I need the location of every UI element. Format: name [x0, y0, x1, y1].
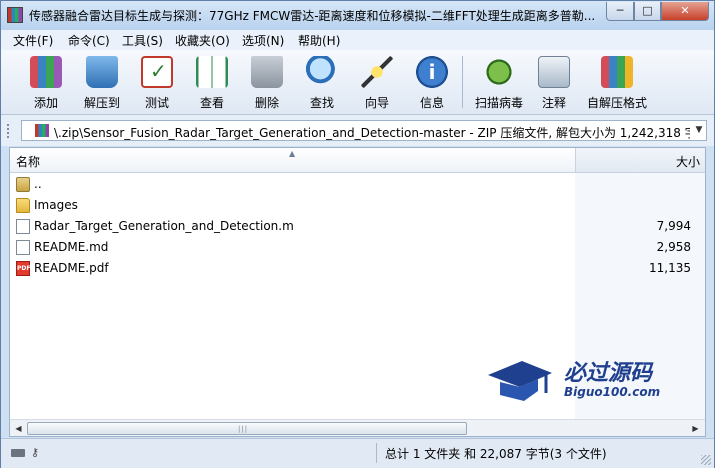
scrollbar-grip-icon: |||: [238, 425, 249, 433]
key-icon[interactable]: ⚷: [31, 447, 47, 459]
watermark-title: 必过源码: [564, 361, 653, 386]
sfx-label: 自解压格式: [586, 96, 647, 110]
minimize-button[interactable]: ─: [606, 2, 634, 21]
comment-label: 注释: [541, 96, 566, 110]
virus-scan-button[interactable]: 扫描病毒: [470, 52, 528, 112]
virus-scan-label: 扫描病毒: [474, 96, 523, 110]
file-name: ..: [34, 177, 42, 191]
file-size: 2,958: [656, 240, 691, 254]
column-header-size: 大小: [675, 155, 700, 169]
address-bar: \.zip\Sensor_Fusion_Radar_Target_Generat…: [1, 115, 714, 146]
winrar-app-icon[interactable]: [7, 7, 23, 23]
title-bar: 传感器融合雷达目标生成与探测：77GHz FMCW雷达-距离速度和位移模拟-二维…: [1, 1, 714, 30]
address-bar-grip: [7, 124, 13, 138]
virus-scan-icon: [483, 56, 515, 88]
find-button[interactable]: 查找: [295, 52, 349, 112]
test-button[interactable]: 测试: [130, 52, 184, 112]
list-item[interactable]: Images: [10, 195, 705, 216]
close-button[interactable]: ✕: [661, 2, 709, 21]
sfx-button[interactable]: 自解压格式: [583, 52, 651, 112]
delete-button[interactable]: 删除: [240, 52, 294, 112]
menu-commands[interactable]: 命令(C): [68, 32, 110, 49]
add-archive-icon: [30, 56, 62, 88]
parent-folder-icon: [16, 177, 30, 192]
pdf-file-icon: PDF: [16, 261, 30, 276]
view-book-icon: [196, 56, 228, 88]
chevron-down-icon[interactable]: ▼: [693, 123, 705, 138]
status-icons: ⚷: [11, 447, 51, 459]
drive-icon[interactable]: [11, 449, 25, 457]
winrar-window: 传感器融合雷达目标生成与探测：77GHz FMCW雷达-距离速度和位移模拟-二维…: [0, 0, 715, 468]
scroll-right-icon[interactable]: ▶: [688, 421, 703, 436]
graduation-cap-icon: [488, 361, 552, 401]
wizard-wand-icon: [361, 56, 393, 88]
delete-label: 删除: [254, 96, 279, 110]
maximize-button[interactable]: □: [634, 2, 661, 21]
view-label: 查看: [199, 96, 224, 110]
trash-icon: [251, 56, 283, 88]
menu-file[interactable]: 文件(F): [13, 32, 53, 49]
watermark: 必过源码 Biguo100.com: [484, 351, 684, 411]
file-name: Images: [34, 198, 78, 212]
scrollbar-thumb[interactable]: |||: [27, 422, 467, 435]
sfx-icon: [601, 56, 633, 88]
file-name: Radar_Target_Generation_and_Detection.m: [34, 219, 294, 233]
sort-ascending-icon: ▲: [289, 149, 296, 158]
test-icon: [141, 56, 173, 88]
extract-to-button[interactable]: 解压到: [75, 52, 129, 112]
comment-button[interactable]: 注释: [527, 52, 581, 112]
list-item[interactable]: PDF README.pdf 11,135: [10, 258, 705, 279]
address-field[interactable]: \.zip\Sensor_Fusion_Radar_Target_Generat…: [21, 120, 707, 141]
file-size: 7,994: [656, 219, 691, 233]
comment-icon: [538, 56, 570, 88]
file-size: 11,135: [649, 261, 691, 275]
file-name: README.pdf: [34, 261, 109, 275]
toolbar: 添加 解压到 测试 查看 删除 查找 向导 i 信息: [1, 50, 714, 115]
info-icon: i: [416, 56, 448, 88]
column-header-size-cell[interactable]: 大小: [575, 148, 705, 172]
file-icon: [16, 240, 30, 255]
scroll-left-icon[interactable]: ◀: [11, 421, 26, 436]
add-label: 添加: [33, 96, 58, 110]
file-icon: [16, 219, 30, 234]
window-title: 传感器融合雷达目标生成与探测：77GHz FMCW雷达-距离速度和位移模拟-二维…: [29, 9, 596, 23]
file-name: README.md: [34, 240, 109, 254]
horizontal-scrollbar[interactable]: ◀ ||| ▶: [10, 419, 705, 436]
info-button[interactable]: i 信息: [405, 52, 459, 112]
toolbar-separator: [462, 56, 463, 108]
status-divider: [376, 443, 377, 463]
address-path: \.zip\Sensor_Fusion_Radar_Target_Generat…: [54, 126, 690, 140]
magnifier-icon: [306, 56, 338, 88]
resize-grip-icon[interactable]: [701, 455, 711, 465]
status-bar: ⚷ 总计 1 文件夹 和 22,087 字节(3 个文件): [1, 438, 714, 468]
wizard-button[interactable]: 向导: [350, 52, 404, 112]
watermark-subtitle: Biguo100.com: [564, 385, 661, 399]
status-summary: 总计 1 文件夹 和 22,087 字节(3 个文件): [385, 447, 607, 461]
menu-bar: 文件(F) 命令(C) 工具(S) 收藏夹(O) 选项(N) 帮助(H): [1, 30, 714, 50]
menu-options[interactable]: 选项(N): [242, 32, 284, 49]
menu-tools[interactable]: 工具(S): [122, 32, 163, 49]
test-label: 测试: [144, 96, 169, 110]
menu-help[interactable]: 帮助(H): [298, 32, 340, 49]
list-header: 名称 ▲ 大小: [10, 148, 705, 173]
menu-favorites[interactable]: 收藏夹(O): [175, 32, 230, 49]
column-header-name[interactable]: 名称: [16, 153, 40, 170]
extract-to-icon: [86, 56, 118, 88]
list-item[interactable]: README.md 2,958: [10, 237, 705, 258]
add-button[interactable]: 添加: [19, 52, 73, 112]
folder-icon: [16, 198, 30, 213]
list-item[interactable]: Radar_Target_Generation_and_Detection.m …: [10, 216, 705, 237]
view-button[interactable]: 查看: [185, 52, 239, 112]
info-label: 信息: [419, 96, 444, 110]
extract-to-label: 解压到: [83, 96, 120, 110]
wizard-label: 向导: [364, 96, 389, 110]
find-label: 查找: [309, 96, 334, 110]
list-item[interactable]: ..: [10, 174, 705, 195]
archive-icon: [35, 124, 49, 137]
